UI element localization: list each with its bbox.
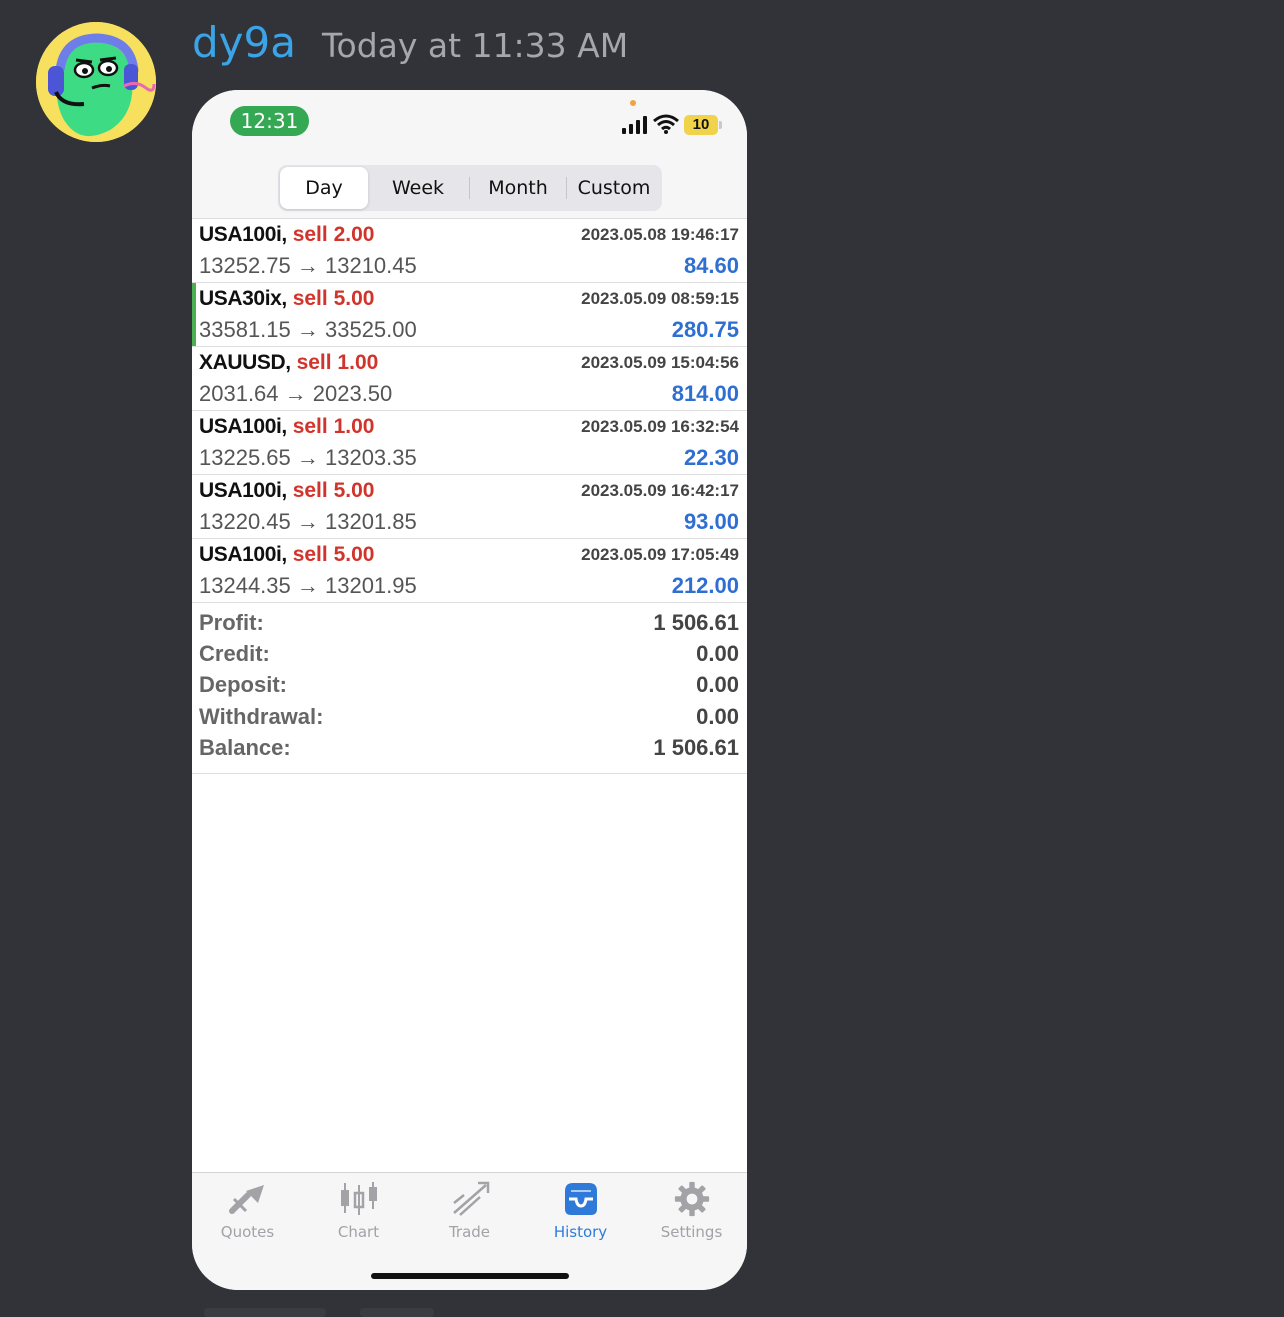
trade-symbol: USA100i, [199, 223, 287, 246]
home-indicator [371, 1273, 569, 1279]
summary-label: Profit: [199, 610, 264, 635]
trade-symbol: USA30ix, [199, 287, 287, 310]
tab-label: Settings [660, 1223, 723, 1241]
trade-title: USA100i, sell 1.00 [199, 415, 374, 439]
trade-title: USA30ix, sell 5.00 [199, 287, 374, 311]
trade-prices: 13244.35 → 13201.95 [199, 573, 417, 598]
privacy-indicator-dot [630, 100, 636, 106]
summary-row-balance: Balance: 1 506.61 [192, 730, 747, 761]
trade-side: sell 2.00 [292, 223, 375, 246]
tab-quotes[interactable]: Quotes [192, 1181, 303, 1241]
account-summary: Profit: 1 506.61 Credit: 0.00 Deposit: 0… [192, 605, 747, 774]
battery-icon: 10 [684, 115, 718, 135]
trade-profit: 280.75 [671, 317, 739, 342]
trade-prices: 13252.75 → 13210.45 [199, 253, 417, 278]
summary-label: Deposit: [199, 672, 287, 698]
trade-history-list: USA100i, sell 2.00 13252.75 → 13210.45 2… [192, 219, 747, 603]
trade-row[interactable]: USA100i, sell 2.00 13252.75 → 13210.45 2… [192, 219, 747, 283]
summary-label: Withdrawal: [199, 703, 324, 729]
tab-week[interactable]: Week [370, 167, 466, 209]
message-header: dy9a Today at 11:33 AM [192, 18, 628, 74]
summary-label: Balance: [199, 734, 291, 760]
tab-label: History [553, 1223, 608, 1241]
tab-day[interactable]: Day [280, 167, 368, 209]
trade-symbol: USA100i, [199, 479, 287, 502]
tab-chart[interactable]: Chart [303, 1181, 414, 1241]
trade-row[interactable]: USA30ix, sell 5.00 33581.15 → 33525.00 2… [192, 283, 747, 347]
period-segmented-control: Day Week Month Custom [278, 165, 662, 211]
trade-prices: 2031.64 → 2023.50 [199, 381, 393, 406]
trade-time: 2023.05.09 15:04:56 [581, 353, 739, 372]
trade-title: USA100i, sell 5.00 [199, 479, 374, 503]
tab-history[interactable]: History [525, 1181, 636, 1241]
gear-icon [674, 1181, 709, 1217]
trade-profit: 814.00 [671, 381, 739, 406]
tab-month[interactable]: Month [470, 167, 566, 209]
history-icon [564, 1183, 597, 1215]
trade-time: 2023.05.09 08:59:15 [581, 289, 739, 308]
message-timestamp: Today at 11:33 AM [321, 26, 629, 65]
summary-value: 0.00 [696, 641, 739, 667]
summary-value: 1 506.61 [653, 610, 739, 635]
tab-label: Chart [337, 1223, 380, 1241]
tab-custom[interactable]: Custom [567, 167, 661, 209]
trade-icon [452, 1181, 489, 1216]
quotes-icon [228, 1185, 264, 1214]
trade-profit: 93.00 [683, 509, 739, 534]
trade-row[interactable]: XAUUSD, sell 1.00 2031.64 → 2023.50 2023… [192, 347, 747, 411]
summary-value: 0.00 [696, 703, 739, 729]
wifi-icon [653, 114, 679, 134]
tab-label: Quotes [220, 1223, 275, 1241]
trade-profit: 212.00 [671, 573, 739, 598]
trade-side: sell 5.00 [292, 543, 375, 566]
trade-prices: 33581.15 → 33525.00 [199, 317, 417, 342]
trade-row[interactable]: USA100i, sell 5.00 13244.35 → 13201.95 2… [192, 539, 747, 603]
username[interactable]: dy9a [192, 18, 296, 67]
summary-value: 1 506.61 [653, 734, 739, 760]
battery-tip [719, 121, 722, 129]
trade-prices: 13225.65 → 13203.35 [199, 445, 417, 470]
tab-label: Trade [448, 1223, 491, 1241]
trade-symbol: USA100i, [199, 543, 287, 566]
summary-row-credit: Credit: 0.00 [192, 636, 747, 667]
next-message-fragment [204, 1308, 326, 1317]
trade-time: 2023.05.08 19:46:17 [581, 225, 739, 244]
chart-icon [340, 1182, 377, 1215]
trade-profit: 22.30 [683, 445, 739, 470]
phone-status-bar: 12:31 10 [192, 90, 747, 160]
signal-icon [622, 116, 647, 134]
trade-title: USA100i, sell 2.00 [199, 223, 374, 247]
trade-symbol: USA100i, [199, 415, 287, 438]
trade-side: sell 1.00 [292, 415, 375, 438]
tab-trade[interactable]: Trade [414, 1181, 525, 1241]
trade-title: USA100i, sell 5.00 [199, 543, 374, 567]
trade-side: sell 5.00 [292, 287, 375, 310]
trade-side: sell 1.00 [296, 351, 379, 374]
summary-value: 0.00 [696, 672, 739, 698]
trade-row[interactable]: USA100i, sell 5.00 13220.45 → 13201.85 2… [192, 475, 747, 539]
user-avatar[interactable] [36, 22, 156, 142]
trade-title: XAUUSD, sell 1.00 [199, 351, 378, 375]
summary-row-profit: Profit: 1 506.61 [192, 605, 747, 636]
trade-profit: 84.60 [683, 253, 739, 278]
next-message-fragment [360, 1308, 434, 1317]
screenshot-attachment[interactable]: 12:31 10 Day Week Month Custom USA100i, … [192, 90, 747, 1290]
trade-time: 2023.05.09 16:32:54 [581, 417, 739, 436]
period-selector-bar: Day Week Month Custom [192, 160, 747, 219]
trade-time: 2023.05.09 16:42:17 [581, 481, 739, 500]
tab-settings[interactable]: Settings [636, 1181, 747, 1241]
trade-prices: 13220.45 → 13201.85 [199, 509, 417, 534]
summary-row-deposit: Deposit: 0.00 [192, 667, 747, 698]
trade-row[interactable]: USA100i, sell 1.00 13225.65 → 13203.35 2… [192, 411, 747, 475]
status-time: 12:31 [230, 106, 309, 136]
summary-row-withdrawal: Withdrawal: 0.00 [192, 699, 747, 730]
trade-time: 2023.05.09 17:05:49 [581, 545, 739, 564]
summary-label: Credit: [199, 641, 270, 667]
trade-side: sell 5.00 [292, 479, 375, 502]
trade-symbol: XAUUSD, [199, 351, 291, 374]
